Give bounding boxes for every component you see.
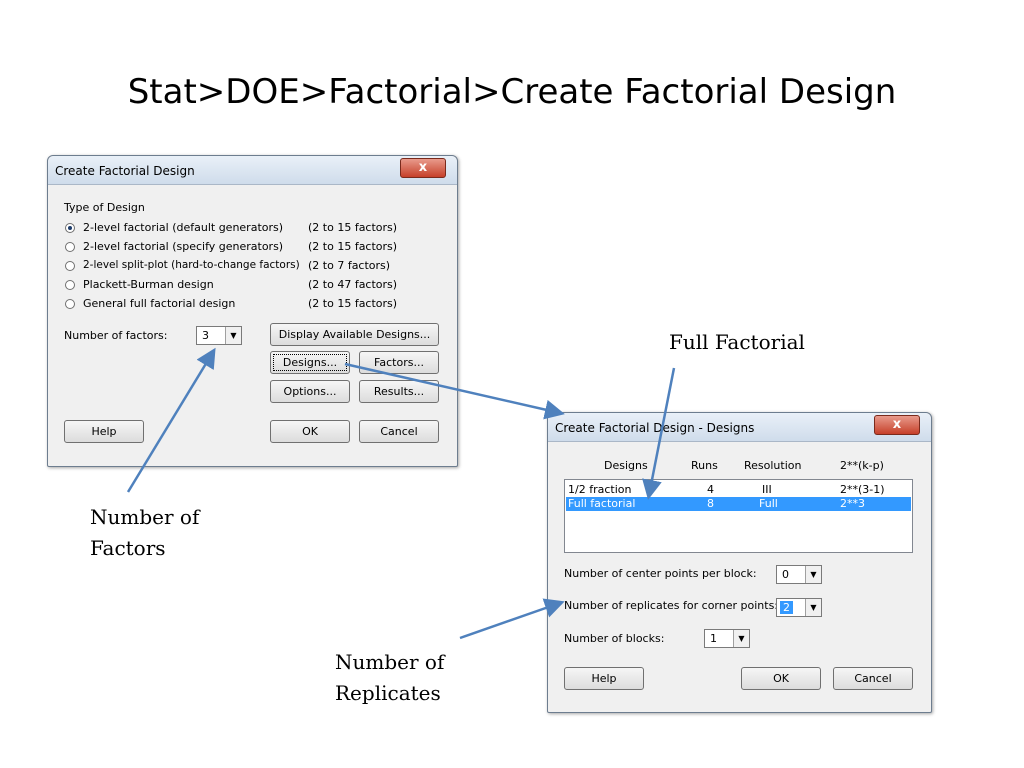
column-header-runs: Runs <box>691 459 718 472</box>
results-button[interactable]: Results... <box>359 380 439 403</box>
annotation-line: Factors <box>90 536 166 560</box>
blocks-value: 1 <box>710 632 717 645</box>
center-points-dropdown[interactable]: 0 ▼ <box>776 565 822 584</box>
option-range-split-plot: (2 to 7 factors) <box>308 259 391 272</box>
annotation-full-factorial: Full Factorial <box>669 330 805 354</box>
option-label-split-plot[interactable]: 2-level split-plot (hard-to-change facto… <box>83 259 300 271</box>
design-resolution: III <box>762 483 772 496</box>
design-name: Full factorial <box>568 497 636 510</box>
center-points-value: 0 <box>782 568 789 581</box>
column-header-formula: 2**(k-p) <box>840 459 884 472</box>
radio-plackett-burman[interactable] <box>65 280 75 290</box>
replicates-value: 2 <box>780 601 793 614</box>
designs-subdialog: Create Factorial Design - Designs x Desi… <box>547 412 932 713</box>
annotation-number-of-replicates: Number of Replicates <box>335 647 444 709</box>
slide-title: Stat>DOE>Factorial>Create Factorial Desi… <box>127 72 897 112</box>
number-of-factors-label: Number of factors: <box>64 329 168 342</box>
close-icon: x <box>418 160 428 175</box>
close-button[interactable]: x <box>874 415 920 435</box>
close-button[interactable]: x <box>400 158 446 178</box>
option-label-plackett-burman[interactable]: Plackett-Burman design <box>83 278 214 291</box>
design-name: 1/2 fraction <box>568 483 632 496</box>
replicates-dropdown[interactable]: 2 ▼ <box>776 598 822 617</box>
dialog-title: Create Factorial Design <box>55 164 195 178</box>
design-formula: 2**3 <box>840 497 865 510</box>
option-range-plackett-burman: (2 to 47 factors) <box>308 278 398 291</box>
ok-button[interactable]: OK <box>741 667 821 690</box>
column-header-resolution: Resolution <box>744 459 802 472</box>
dialog-titlebar: Create Factorial Design x <box>48 156 457 185</box>
arrow-replicates <box>459 598 565 640</box>
designs-button[interactable]: Designs... <box>270 351 350 374</box>
design-formula: 2**(3-1) <box>840 483 885 496</box>
options-button[interactable]: Options... <box>270 380 350 403</box>
annotation-line: Replicates <box>335 681 441 705</box>
center-points-label: Number of center points per block: <box>564 567 757 580</box>
ok-button[interactable]: OK <box>270 420 350 443</box>
designs-list[interactable]: 1/2 fraction 4 III 2**(3-1) Full factori… <box>564 479 913 553</box>
column-header-designs: Designs <box>604 459 648 472</box>
option-range-default-generators: (2 to 15 factors) <box>308 221 398 234</box>
list-item[interactable]: 1/2 fraction 4 III 2**(3-1) <box>566 483 911 497</box>
cancel-button[interactable]: Cancel <box>359 420 439 443</box>
option-label-specify-generators[interactable]: 2-level factorial (specify generators) <box>83 240 283 253</box>
option-label-general-full-factorial[interactable]: General full factorial design <box>83 297 235 310</box>
design-resolution: Full <box>759 497 778 510</box>
chevron-down-icon[interactable]: ▼ <box>733 630 749 647</box>
annotation-number-of-factors: Number of Factors <box>90 502 199 564</box>
type-of-design-label: Type of Design <box>64 201 145 214</box>
chevron-down-icon[interactable]: ▼ <box>805 599 821 616</box>
option-range-general-full-factorial: (2 to 15 factors) <box>308 297 398 310</box>
annotation-line: Number of <box>90 505 200 529</box>
radio-default-generators[interactable] <box>65 223 75 233</box>
option-range-specify-generators: (2 to 15 factors) <box>308 240 398 253</box>
subdialog-title: Create Factorial Design - Designs <box>555 421 755 435</box>
help-button[interactable]: Help <box>564 667 644 690</box>
chevron-down-icon[interactable]: ▼ <box>805 566 821 583</box>
replicates-label: Number of replicates for corner points: <box>564 599 779 612</box>
subdialog-titlebar: Create Factorial Design - Designs x <box>548 413 931 442</box>
radio-specify-generators[interactable] <box>65 242 75 252</box>
chevron-down-icon[interactable]: ▼ <box>225 327 241 344</box>
cancel-button[interactable]: Cancel <box>833 667 913 690</box>
factors-button[interactable]: Factors... <box>359 351 439 374</box>
number-of-factors-value: 3 <box>202 329 209 342</box>
radio-general-full-factorial[interactable] <box>65 299 75 309</box>
design-runs: 4 <box>707 483 714 496</box>
blocks-label: Number of blocks: <box>564 632 665 645</box>
design-runs: 8 <box>707 497 714 510</box>
list-item-selected[interactable]: Full factorial 8 Full 2**3 <box>566 497 911 511</box>
number-of-factors-dropdown[interactable]: 3 ▼ <box>196 326 242 345</box>
display-available-designs-button[interactable]: Display Available Designs... <box>270 323 439 346</box>
annotation-line: Number of <box>335 650 445 674</box>
option-label-default-generators[interactable]: 2-level factorial (default generators) <box>83 221 283 234</box>
blocks-dropdown[interactable]: 1 ▼ <box>704 629 750 648</box>
close-icon: x <box>892 417 902 432</box>
help-button[interactable]: Help <box>64 420 144 443</box>
create-factorial-design-dialog: Create Factorial Design x Type of Design… <box>47 155 458 467</box>
radio-split-plot[interactable] <box>65 261 75 271</box>
